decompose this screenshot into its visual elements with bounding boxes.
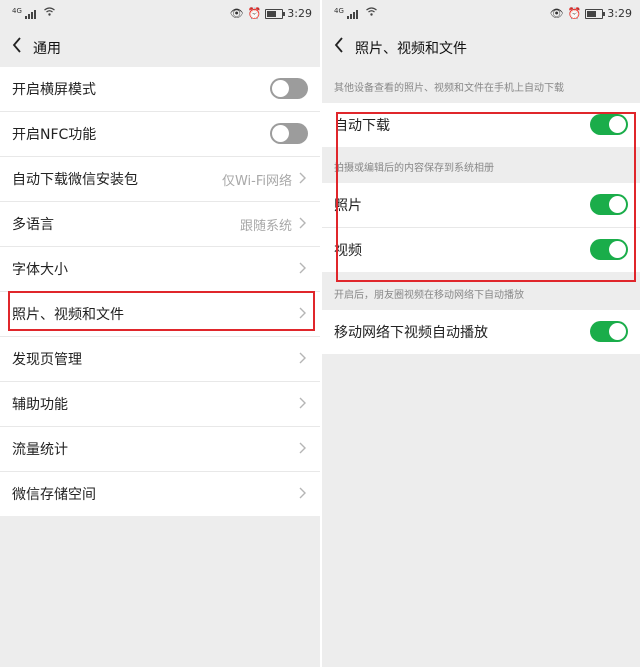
section-hint: 其他设备查看的照片、视频和文件在手机上自动下载	[334, 83, 564, 94]
signal-bars-icon	[347, 8, 359, 19]
status-right: 👁 ⏰ 3:29	[226, 7, 312, 20]
nfc-toggle[interactable]	[270, 123, 308, 144]
autoplay-toggle[interactable]	[590, 321, 628, 342]
row-accessibility[interactable]: 辅助功能	[0, 382, 320, 427]
row-label: 发现页管理	[12, 352, 82, 368]
row-data-usage[interactable]: 流量统计	[0, 427, 320, 472]
section-hint: 开启后，朋友圈视频在移动网络下自动播放	[334, 290, 524, 301]
chevron-right-icon	[299, 442, 306, 454]
row-mobile-autoplay[interactable]: 移动网络下视频自动播放	[322, 310, 640, 354]
clock-time: 3:29	[607, 7, 632, 20]
right-screen: 4G 👁 ⏰ 3:29 照片、视频和文件 其他设备查看的照片、视频和文件在手机上自动…	[322, 0, 640, 667]
network-type: 4G	[12, 7, 22, 15]
eye-icon: 👁	[229, 7, 244, 20]
chevron-right-icon	[299, 352, 306, 364]
row-label: 移动网络下视频自动播放	[334, 325, 488, 341]
row-language[interactable]: 多语言 跟随系统	[0, 202, 320, 247]
page-title: 通用	[33, 41, 61, 57]
signal-indicator: 4G	[12, 7, 56, 19]
row-label: 微信存储空间	[12, 487, 96, 503]
row-storage[interactable]: 微信存储空间	[0, 472, 320, 516]
battery-icon	[585, 9, 606, 19]
highlight-box	[8, 291, 315, 331]
row-label: 开启NFC功能	[12, 127, 97, 143]
row-label: 多语言	[12, 217, 54, 233]
alarm-icon: ⏰	[567, 7, 582, 20]
chevron-left-icon	[334, 37, 343, 53]
row-landscape-mode[interactable]: 开启横屏模式	[0, 67, 320, 112]
chevron-left-icon	[12, 37, 21, 53]
nav-bar: 通用	[0, 27, 320, 65]
status-bar: 4G 👁 ⏰ 3:29	[0, 0, 320, 27]
alarm-icon: ⏰	[247, 7, 262, 20]
chevron-right-icon	[299, 172, 306, 184]
row-nfc[interactable]: 开启NFC功能	[0, 112, 320, 157]
row-label: 辅助功能	[12, 397, 68, 413]
row-value: 仅Wi-Fi网络	[221, 174, 292, 189]
landscape-toggle[interactable]	[270, 78, 308, 99]
chevron-right-icon	[299, 262, 306, 274]
nav-bar: 照片、视频和文件	[322, 27, 640, 65]
row-auto-download-installer[interactable]: 自动下载微信安装包 仅Wi-Fi网络	[0, 157, 320, 202]
clock-time: 3:29	[287, 7, 312, 20]
row-label: 字体大小	[12, 262, 68, 278]
battery-icon	[265, 9, 286, 19]
chevron-right-icon	[299, 487, 306, 499]
toggle-knob	[609, 323, 626, 340]
row-font-size[interactable]: 字体大小	[0, 247, 320, 292]
chevron-right-icon	[299, 397, 306, 409]
row-label: 开启横屏模式	[12, 82, 96, 98]
row-discover-management[interactable]: 发现页管理	[0, 337, 320, 382]
row-value: 跟随系统	[239, 219, 292, 234]
page-title: 照片、视频和文件	[355, 41, 467, 57]
wifi-icon	[44, 7, 56, 19]
row-label: 自动下载微信安装包	[12, 172, 138, 188]
network-type: 4G	[334, 7, 344, 15]
left-screen: 4G 👁 ⏰ 3:29 通用 开启横屏模式 开启NFC功能 自动下载微信安装包 仅W…	[0, 0, 320, 667]
signal-bars-icon	[25, 8, 37, 19]
eye-icon: 👁	[549, 7, 564, 20]
status-right: 👁 ⏰ 3:29	[546, 7, 632, 20]
status-bar: 4G 👁 ⏰ 3:29	[322, 0, 640, 27]
signal-indicator: 4G	[334, 7, 378, 19]
toggle-knob	[272, 80, 289, 97]
wifi-icon	[366, 7, 378, 19]
chevron-right-icon	[299, 217, 306, 229]
autoplay-group: 移动网络下视频自动播放	[322, 310, 640, 354]
toggle-knob	[272, 125, 289, 142]
row-label: 流量统计	[12, 442, 68, 458]
back-button[interactable]	[334, 37, 344, 53]
back-button[interactable]	[12, 37, 22, 53]
highlight-box	[336, 112, 636, 282]
